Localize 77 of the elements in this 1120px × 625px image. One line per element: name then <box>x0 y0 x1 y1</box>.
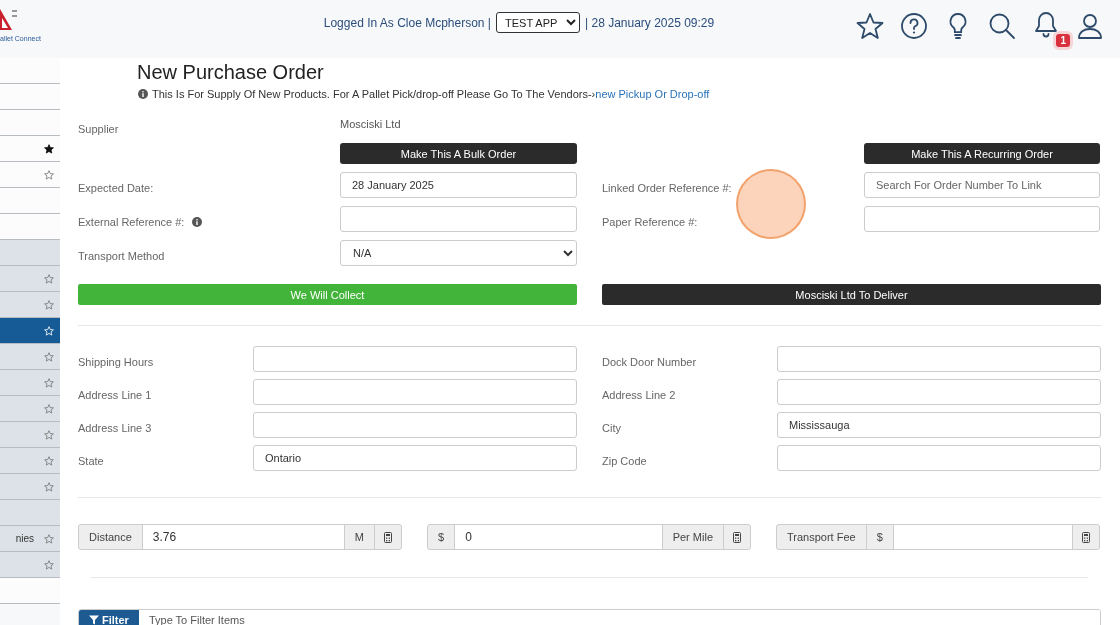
star-icon[interactable] <box>44 429 54 440</box>
input-field[interactable] <box>777 346 1101 372</box>
star-icon[interactable] <box>44 481 54 492</box>
user-icon[interactable] <box>1076 11 1104 40</box>
bell-icon[interactable] <box>1032 10 1060 38</box>
field-label: Expected Date: <box>78 181 154 194</box>
field-label: City <box>602 420 622 436</box>
input-field[interactable] <box>253 346 577 372</box>
star-icon[interactable] <box>44 403 54 414</box>
star-icon[interactable] <box>44 455 54 466</box>
pickup-link[interactable]: new Pickup Or Drop-off <box>595 88 710 100</box>
user-text: Logged In As Cloe Mcpherson | <box>323 15 491 30</box>
date-time: | 28 January 2025 09:29 <box>585 15 715 30</box>
input-addon: Per Mile <box>661 524 724 550</box>
notification-badge: 1 <box>1056 34 1070 47</box>
field-label: Linked Order Reference #: <box>602 181 732 194</box>
star-icon[interactable] <box>44 533 54 544</box>
field-label: External Reference #: <box>78 215 185 228</box>
input-field[interactable] <box>253 412 577 438</box>
field-label: Transport Method <box>78 249 165 262</box>
star-icon[interactable] <box>856 11 884 40</box>
input-field[interactable] <box>253 379 577 405</box>
sidebar-item[interactable] <box>0 136 60 162</box>
help-icon[interactable] <box>900 11 928 40</box>
input-addon: $ <box>865 524 894 550</box>
calculator-icon <box>384 531 392 543</box>
calculator-icon <box>733 531 741 543</box>
funnel-icon <box>89 615 99 625</box>
deliver-button[interactable]: Mosciski Ltd To Deliver <box>602 284 1101 305</box>
info-icon[interactable] <box>192 216 203 227</box>
calculator-button[interactable] <box>1072 524 1100 550</box>
field-label: Dock Door Number <box>602 354 698 370</box>
sidebar-item-label: nies <box>15 533 34 544</box>
input-field[interactable] <box>864 206 1100 232</box>
input-addon: $ <box>427 524 456 550</box>
field-label: Zip Code <box>602 453 648 469</box>
star-icon[interactable] <box>44 351 54 362</box>
input-field[interactable]: Mississauga <box>777 412 1101 438</box>
input-field[interactable]: Ontario <box>253 445 577 471</box>
input-addon: Transport Fee <box>776 524 867 550</box>
input-addon: Distance <box>78 524 143 550</box>
sidebar-item[interactable]: nies <box>0 526 60 552</box>
filter-button[interactable]: Filter <box>79 610 139 625</box>
input-field[interactable]: 0 <box>454 524 663 550</box>
field-label: Address Line 3 <box>78 420 153 436</box>
recurring-order-button[interactable]: Make This A Recurring Order <box>864 143 1100 164</box>
notice-text: This Is For Supply Of New Products. For A Pallet Pick/drop-off Please Go To The Vendors-› <box>152 88 596 100</box>
bulk-order-button[interactable]: Make This A Bulk Order <box>340 143 577 164</box>
calculator-button[interactable] <box>374 524 402 550</box>
search-icon[interactable] <box>988 11 1016 40</box>
input-field[interactable]: 3.76 <box>141 524 345 550</box>
input-addon: M <box>343 524 375 550</box>
input-field[interactable] <box>777 445 1101 471</box>
field-label: Paper Reference #: <box>602 215 698 228</box>
star-icon[interactable] <box>44 273 54 284</box>
supplier-name: Mosciski Ltd <box>340 118 402 132</box>
info-icon <box>138 89 148 99</box>
star-icon[interactable] <box>44 299 54 310</box>
calculator-button[interactable] <box>723 524 751 550</box>
star-icon[interactable] <box>44 559 54 570</box>
star-icon[interactable] <box>44 169 54 180</box>
input-field[interactable] <box>777 379 1101 405</box>
star-icon[interactable] <box>44 143 54 154</box>
input-field[interactable] <box>892 524 1073 550</box>
field-label: Shipping Hours <box>78 354 155 370</box>
input-field[interactable]: Search For Order Number To Link <box>864 172 1100 198</box>
field-label: Address Line 2 <box>602 387 677 403</box>
select-field[interactable]: N/A <box>340 240 577 266</box>
field-label: State <box>78 453 105 469</box>
input-field[interactable]: 28 January 2025 <box>340 172 577 198</box>
field-label: Address Line 1 <box>78 387 153 403</box>
field-label: Supplier <box>78 122 120 135</box>
calculator-icon <box>1082 531 1090 543</box>
input-field[interactable] <box>340 206 577 232</box>
page-title: New Purchase Order <box>137 61 325 83</box>
app-select[interactable]: TEST APP <box>496 12 580 33</box>
star-icon[interactable] <box>44 377 54 388</box>
